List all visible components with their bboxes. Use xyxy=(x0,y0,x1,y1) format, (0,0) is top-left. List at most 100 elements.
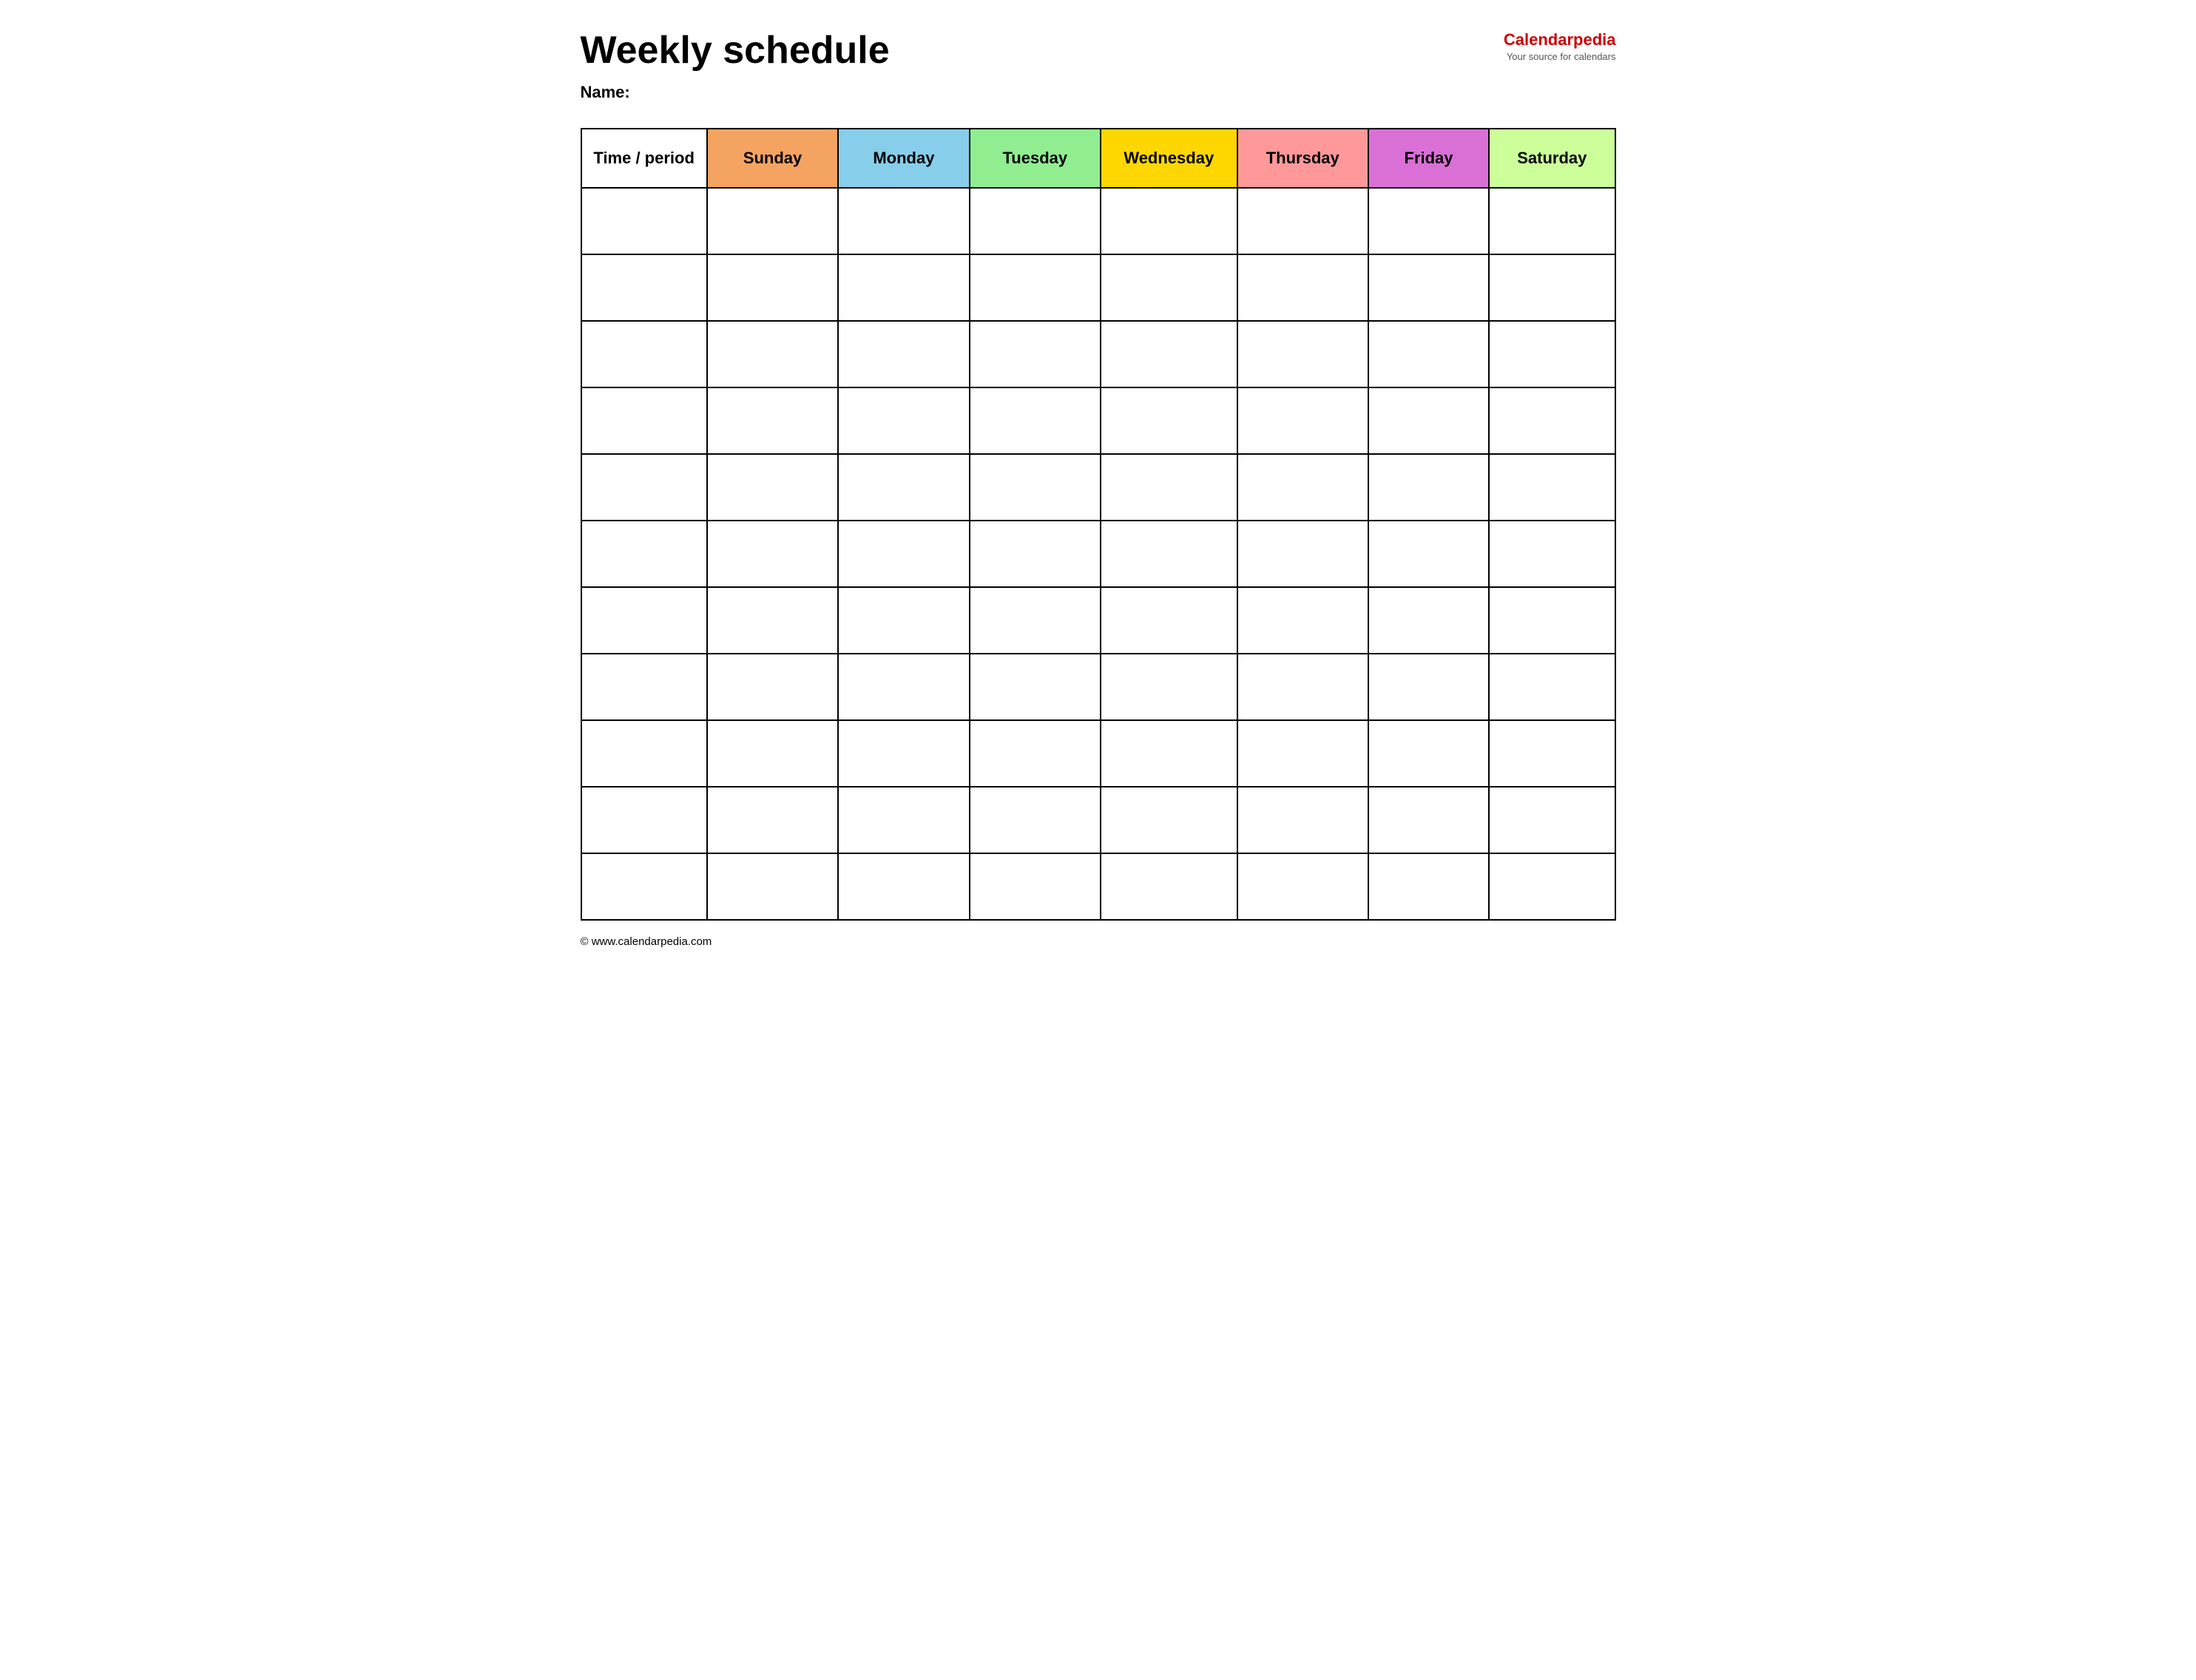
table-cell[interactable] xyxy=(707,387,838,454)
table-cell[interactable] xyxy=(581,188,707,254)
table-cell[interactable] xyxy=(970,387,1101,454)
table-cell[interactable] xyxy=(1237,521,1368,587)
table-cell[interactable] xyxy=(581,654,707,720)
table-cell[interactable] xyxy=(581,853,707,920)
table-cell[interactable] xyxy=(1101,853,1237,920)
table-row xyxy=(581,787,1615,853)
table-cell[interactable] xyxy=(1489,787,1615,853)
table-cell[interactable] xyxy=(1489,188,1615,254)
table-cell[interactable] xyxy=(1101,787,1237,853)
table-cell[interactable] xyxy=(838,387,969,454)
table-cell[interactable] xyxy=(707,321,838,387)
table-cell[interactable] xyxy=(581,587,707,654)
table-cell[interactable] xyxy=(1368,188,1489,254)
table-cell[interactable] xyxy=(1368,521,1489,587)
brand-name: Calendarpedia xyxy=(1504,30,1616,51)
table-cell[interactable] xyxy=(970,787,1101,853)
table-cell[interactable] xyxy=(1489,321,1615,387)
table-cell[interactable] xyxy=(1368,587,1489,654)
table-cell[interactable] xyxy=(581,521,707,587)
page-wrapper: Weekly schedule Name: Calendarpedia Your… xyxy=(581,30,1616,949)
table-cell[interactable] xyxy=(838,321,969,387)
table-cell[interactable] xyxy=(970,254,1101,321)
table-cell[interactable] xyxy=(707,521,838,587)
table-cell[interactable] xyxy=(838,521,969,587)
table-row xyxy=(581,254,1615,321)
table-cell[interactable] xyxy=(1237,787,1368,853)
table-cell[interactable] xyxy=(1489,853,1615,920)
table-cell[interactable] xyxy=(1368,387,1489,454)
table-cell[interactable] xyxy=(707,720,838,787)
table-header-row: Time / period Sunday Monday Tuesday Wedn… xyxy=(581,129,1615,188)
table-cell[interactable] xyxy=(1237,654,1368,720)
table-row xyxy=(581,321,1615,387)
table-cell[interactable] xyxy=(1237,720,1368,787)
table-cell[interactable] xyxy=(1489,521,1615,587)
table-cell[interactable] xyxy=(1237,853,1368,920)
table-cell[interactable] xyxy=(1368,454,1489,521)
table-cell[interactable] xyxy=(838,587,969,654)
table-cell[interactable] xyxy=(1489,454,1615,521)
table-cell[interactable] xyxy=(1237,387,1368,454)
table-cell[interactable] xyxy=(1101,254,1237,321)
table-cell[interactable] xyxy=(707,587,838,654)
table-cell[interactable] xyxy=(581,787,707,853)
table-cell[interactable] xyxy=(838,454,969,521)
table-row xyxy=(581,587,1615,654)
table-cell[interactable] xyxy=(707,454,838,521)
table-cell[interactable] xyxy=(1237,587,1368,654)
table-cell[interactable] xyxy=(838,787,969,853)
table-cell[interactable] xyxy=(581,720,707,787)
table-cell[interactable] xyxy=(581,321,707,387)
table-cell[interactable] xyxy=(1368,654,1489,720)
table-cell[interactable] xyxy=(1489,587,1615,654)
table-cell[interactable] xyxy=(707,853,838,920)
table-cell[interactable] xyxy=(707,188,838,254)
table-cell[interactable] xyxy=(970,454,1101,521)
table-cell[interactable] xyxy=(970,321,1101,387)
header-time: Time / period xyxy=(581,129,707,188)
table-cell[interactable] xyxy=(1101,188,1237,254)
table-cell[interactable] xyxy=(970,521,1101,587)
table-cell[interactable] xyxy=(1489,654,1615,720)
table-cell[interactable] xyxy=(1368,254,1489,321)
table-cell[interactable] xyxy=(838,720,969,787)
table-cell[interactable] xyxy=(970,587,1101,654)
table-cell[interactable] xyxy=(1368,720,1489,787)
table-cell[interactable] xyxy=(707,787,838,853)
table-cell[interactable] xyxy=(838,853,969,920)
name-label: Name: xyxy=(581,83,1504,102)
table-cell[interactable] xyxy=(1101,321,1237,387)
table-cell[interactable] xyxy=(1101,654,1237,720)
table-cell[interactable] xyxy=(707,654,838,720)
table-cell[interactable] xyxy=(1368,321,1489,387)
table-cell[interactable] xyxy=(1237,454,1368,521)
table-cell[interactable] xyxy=(707,254,838,321)
table-cell[interactable] xyxy=(1101,720,1237,787)
table-cell[interactable] xyxy=(1489,387,1615,454)
table-cell[interactable] xyxy=(1101,387,1237,454)
table-cell[interactable] xyxy=(581,254,707,321)
table-cell[interactable] xyxy=(1101,587,1237,654)
table-cell[interactable] xyxy=(1368,787,1489,853)
table-cell[interactable] xyxy=(1368,853,1489,920)
header-thursday: Thursday xyxy=(1237,129,1368,188)
table-cell[interactable] xyxy=(838,188,969,254)
table-cell[interactable] xyxy=(1489,720,1615,787)
table-cell[interactable] xyxy=(1237,254,1368,321)
table-cell[interactable] xyxy=(838,654,969,720)
table-cell[interactable] xyxy=(970,720,1101,787)
table-cell[interactable] xyxy=(581,454,707,521)
table-row xyxy=(581,521,1615,587)
table-cell[interactable] xyxy=(838,254,969,321)
table-cell[interactable] xyxy=(970,853,1101,920)
table-cell[interactable] xyxy=(1237,321,1368,387)
table-cell[interactable] xyxy=(1101,521,1237,587)
table-cell[interactable] xyxy=(581,387,707,454)
table-cell[interactable] xyxy=(1101,454,1237,521)
table-cell[interactable] xyxy=(970,188,1101,254)
table-cell[interactable] xyxy=(1237,188,1368,254)
table-cell[interactable] xyxy=(1489,254,1615,321)
table-cell[interactable] xyxy=(970,654,1101,720)
header-tuesday: Tuesday xyxy=(970,129,1101,188)
